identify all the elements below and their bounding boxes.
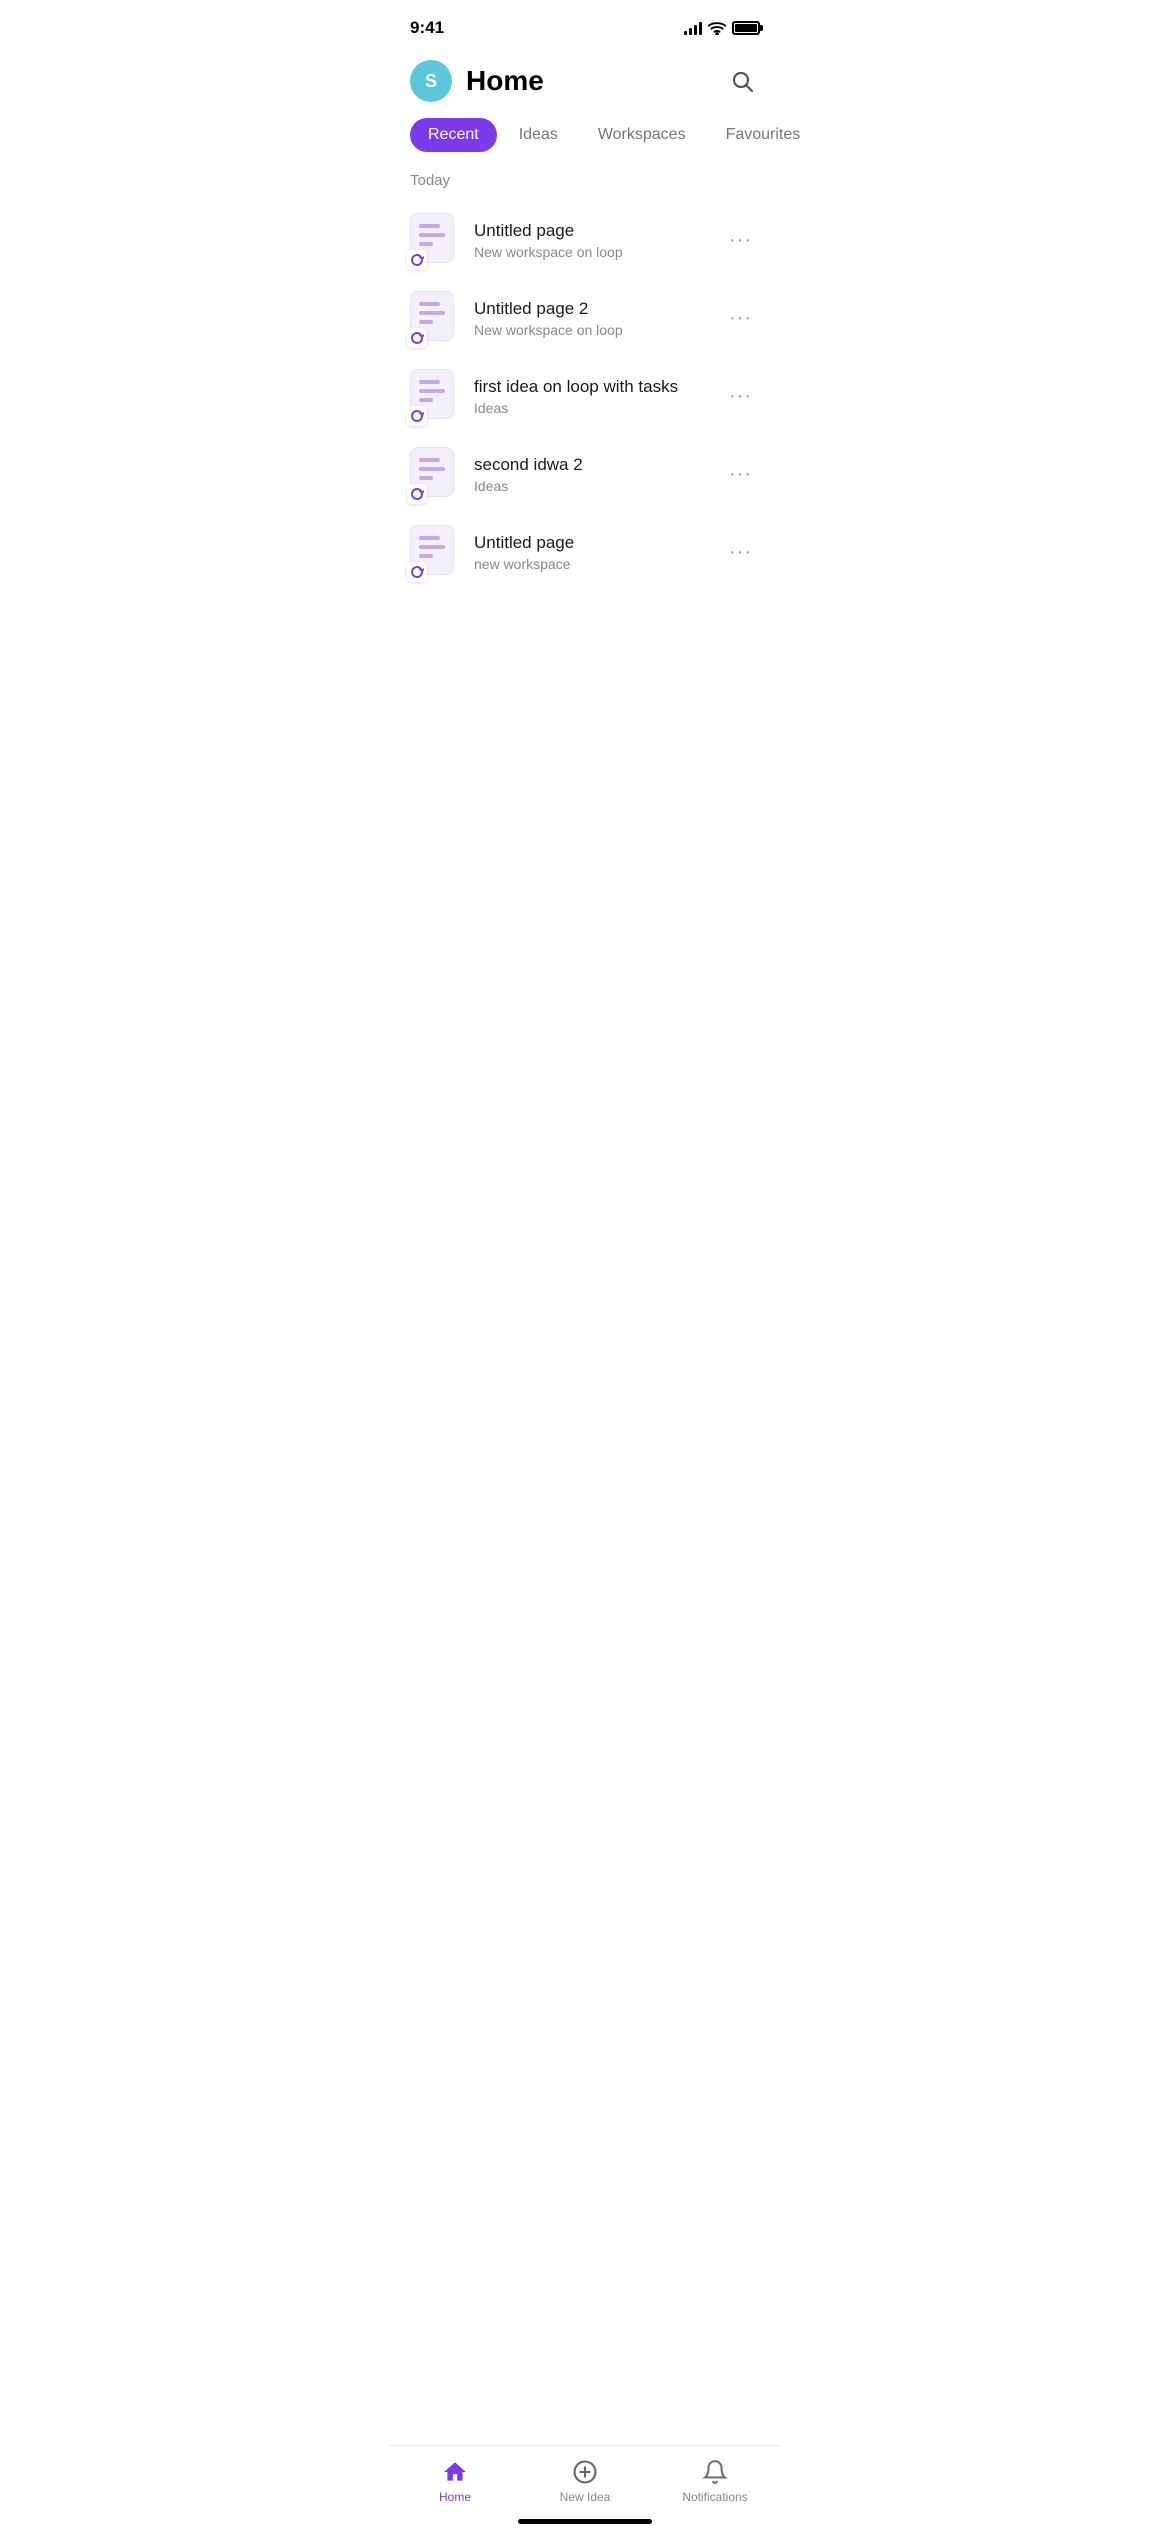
page-title: Home [466, 65, 544, 97]
status-time: 9:41 [410, 18, 444, 38]
item-subtitle: New workspace on loop [474, 322, 721, 338]
battery-icon [732, 21, 760, 35]
tabs-container: Recent Ideas Workspaces Favourites [390, 118, 780, 152]
avatar[interactable]: S [410, 60, 452, 102]
loop-badge [407, 250, 427, 270]
nav-notifications[interactable]: Notifications [675, 2458, 755, 2504]
item-more-button[interactable]: ··· [721, 533, 760, 572]
bell-icon [701, 2458, 729, 2486]
list-item[interactable]: Untitled page new workspace ··· [410, 513, 760, 591]
tab-recent[interactable]: Recent [410, 118, 497, 152]
status-icons [684, 21, 760, 35]
item-content: Untitled page 2 New workspace on loop [474, 299, 721, 338]
item-content: second idwa 2 Ideas [474, 455, 721, 494]
item-content: first idea on loop with tasks Ideas [474, 377, 721, 416]
loop-badge [407, 328, 427, 348]
loop-badge [407, 406, 427, 426]
item-title: Untitled page [474, 533, 721, 553]
item-title: first idea on loop with tasks [474, 377, 721, 397]
item-subtitle: new workspace [474, 556, 721, 572]
item-more-button[interactable]: ··· [721, 221, 760, 260]
loop-badge [407, 484, 427, 504]
recent-list: Untitled page New workspace on loop ··· [390, 201, 780, 591]
tab-favourites[interactable]: Favourites [708, 118, 819, 152]
item-title: Untitled page [474, 221, 721, 241]
signal-icon [684, 21, 702, 35]
tab-ideas[interactable]: Ideas [501, 118, 576, 152]
section-today-label: Today [390, 172, 780, 201]
item-more-button[interactable]: ··· [721, 299, 760, 338]
search-icon [730, 69, 754, 93]
page-content: Today [390, 172, 780, 691]
item-subtitle: Ideas [474, 478, 721, 494]
item-icon [410, 291, 460, 345]
item-content: Untitled page New workspace on loop [474, 221, 721, 260]
list-item[interactable]: first idea on loop with tasks Ideas ··· [410, 357, 760, 435]
loop-badge [407, 562, 427, 582]
header: S Home [390, 50, 780, 118]
nav-home-label: Home [439, 2490, 471, 2504]
item-more-button[interactable]: ··· [721, 377, 760, 416]
header-left: S Home [410, 60, 544, 102]
item-title: Untitled page 2 [474, 299, 721, 319]
home-indicator [518, 2519, 652, 2524]
wifi-icon [708, 21, 726, 35]
item-more-button[interactable]: ··· [721, 455, 760, 494]
home-icon [441, 2458, 469, 2486]
search-button[interactable] [724, 63, 760, 99]
status-bar: 9:41 [390, 0, 780, 50]
item-icon [410, 213, 460, 267]
nav-home[interactable]: Home [415, 2458, 495, 2504]
item-content: Untitled page new workspace [474, 533, 721, 572]
item-icon [410, 447, 460, 501]
plus-circle-icon [571, 2458, 599, 2486]
tab-workspaces[interactable]: Workspaces [580, 118, 704, 152]
nav-new-idea-label: New Idea [560, 2490, 611, 2504]
list-item[interactable]: second idwa 2 Ideas ··· [410, 435, 760, 513]
item-subtitle: New workspace on loop [474, 244, 721, 260]
item-icon [410, 369, 460, 423]
nav-new-idea[interactable]: New Idea [545, 2458, 625, 2504]
item-icon [410, 525, 460, 579]
item-subtitle: Ideas [474, 400, 721, 416]
item-title: second idwa 2 [474, 455, 721, 475]
nav-notifications-label: Notifications [682, 2490, 747, 2504]
list-item[interactable]: Untitled page 2 New workspace on loop ··… [410, 279, 760, 357]
list-item[interactable]: Untitled page New workspace on loop ··· [410, 201, 760, 279]
